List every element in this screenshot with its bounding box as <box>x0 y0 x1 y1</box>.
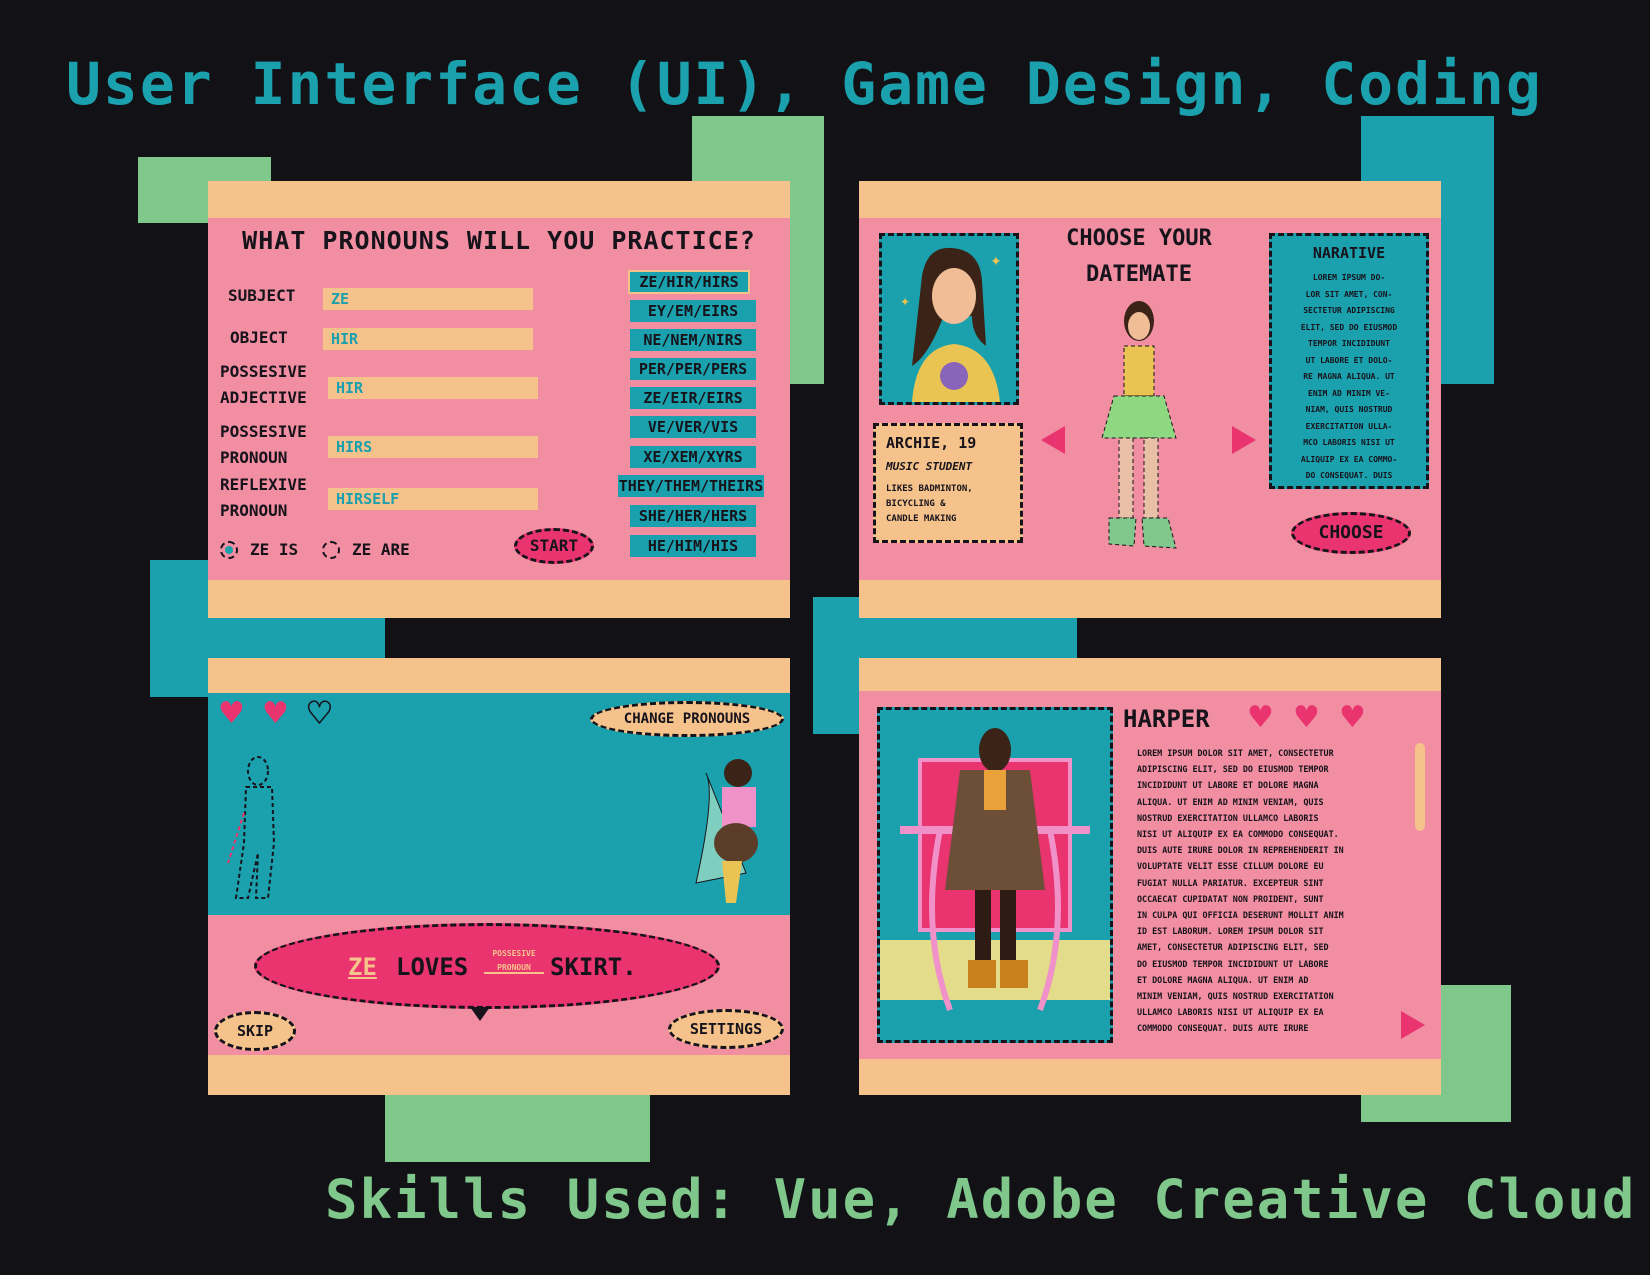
heart-filled-icon: ♥ <box>1293 700 1320 735</box>
pronoun-set-option[interactable]: XE/XEM/XYRS <box>630 446 756 468</box>
skills-caption: Skills Used: Vue, Adobe Creative Cloud <box>325 1168 1637 1231</box>
decor-block <box>385 1092 650 1162</box>
next-datemate-button[interactable] <box>1232 426 1256 454</box>
previous-datemate-button[interactable] <box>1041 426 1065 454</box>
object-input[interactable]: HIR <box>323 328 533 350</box>
sentence-subject: ZE <box>348 953 377 981</box>
screen-title: CHOOSE YOUR <box>1066 226 1212 251</box>
screen-body: HARPER ♥ ♥ ♥ LOREM IPSUM DOLOR SIT AMET,… <box>859 691 1441 1059</box>
settings-button[interactable]: SETTINGS <box>668 1009 784 1049</box>
character-portrait-icon: ✦ ✦ <box>900 247 1002 402</box>
radio-selected-icon <box>220 541 238 559</box>
sentence-verb: LOVES <box>396 953 469 981</box>
narrative-box: NARATIVE LOREM IPSUM DO- LOR SIT AMET, C… <box>1269 233 1429 489</box>
page-title: User Interface (UI), Game Design, Coding <box>66 50 1543 118</box>
radio-label: ZE ARE <box>352 540 410 559</box>
field-label: PRONOUN <box>220 501 288 520</box>
reflexive-input[interactable]: HIRSELF <box>328 488 538 510</box>
bubble-tail-icon <box>470 1007 490 1021</box>
pronoun-set-option[interactable]: ZE/HIR/HIRS <box>628 270 750 294</box>
field-label: OBJECT <box>230 328 288 347</box>
pronoun-set-option[interactable]: NE/NEM/NIRS <box>630 329 756 351</box>
possessive-pronoun-input[interactable]: HIRS <box>328 436 538 458</box>
start-button[interactable]: START <box>514 528 594 564</box>
profile-likes: BICYCLING & <box>886 499 946 509</box>
character-bio: LOREM IPSUM DOLOR SIT AMET, CONSECTETUR … <box>1137 748 1344 1034</box>
sentence-blank-hint[interactable]: POSSESIVE <box>484 949 544 958</box>
heart-filled-icon: ♥ <box>218 696 245 731</box>
heart-filled-icon: ♥ <box>1339 700 1366 735</box>
npc-character-icon <box>695 759 758 903</box>
game-scene: ♥ ♥ ♥ CHANGE PRONOUNS <box>208 693 790 915</box>
dialog-area: ZE LOVES POSSESIVE PRONOUN SKIRT. SKIP S… <box>208 915 790 1055</box>
svg-text:✦: ✦ <box>900 295 910 309</box>
pronoun-select-screen: WHAT PRONOUNS WILL YOU PRACTICE? SUBJECT… <box>208 181 790 618</box>
profile-likes: CANDLE MAKING <box>886 514 957 524</box>
radio-label: ZE IS <box>250 540 299 559</box>
pronoun-set-option[interactable]: HE/HIM/HIS <box>630 535 756 557</box>
character-illustration-icon <box>880 728 1110 1012</box>
datemate-profile-card: ARCHIE, 19 MUSIC STUDENT LIKES BADMINTON… <box>873 423 1023 543</box>
pronoun-set-option[interactable]: ZE/EIR/EIRS <box>630 387 756 409</box>
change-pronouns-button[interactable]: CHANGE PRONOUNS <box>590 701 784 737</box>
svg-text:✦: ✦ <box>990 254 1002 270</box>
field-label: REFLEXIVE <box>220 475 307 494</box>
field-label: ADJECTIVE <box>220 388 307 407</box>
sentence-object: SKIRT. <box>550 953 637 981</box>
sentence-blank-hint[interactable]: PRONOUN <box>484 963 544 974</box>
field-label: PRONOUN <box>220 448 288 467</box>
next-page-button[interactable] <box>1401 1011 1425 1039</box>
narrative-title: NARATIVE <box>1312 244 1386 262</box>
pronoun-set-option[interactable]: THEY/THEM/THEIRS <box>618 475 764 497</box>
skip-button[interactable]: SKIP <box>214 1011 296 1051</box>
datemate-character-icon <box>1101 301 1177 549</box>
screen-body: ✦ ✦ ARCHIE, 19 MUSIC STUDENT LIKES BADMI… <box>859 218 1441 580</box>
field-label: SUBJECT <box>228 286 296 305</box>
field-label: POSSESIVE <box>220 422 307 441</box>
player-outline-icon <box>227 756 276 899</box>
heart-empty-icon: ♥ <box>305 696 333 731</box>
screen-body: WHAT PRONOUNS WILL YOU PRACTICE? SUBJECT… <box>208 218 790 580</box>
gameplay-screen: ♥ ♥ ♥ CHANGE PRONOUNS ZE LOVES POSSESIVE… <box>208 658 790 1095</box>
scrollbar[interactable] <box>1415 743 1425 831</box>
profile-name: ARCHIE, 19 <box>886 434 977 452</box>
pronoun-set-option[interactable]: PER/PER/PERS <box>630 358 756 380</box>
character-artwork <box>877 707 1113 1043</box>
datemate-portrait: ✦ ✦ <box>879 233 1019 405</box>
pronoun-set-option[interactable]: VE/VER/VIS <box>630 416 756 438</box>
heart-filled-icon: ♥ <box>1247 700 1274 735</box>
pronoun-set-option[interactable]: EY/EM/EIRS <box>630 300 756 322</box>
pronoun-set-option[interactable]: SHE/HER/HERS <box>630 505 756 527</box>
character-name: HARPER <box>1123 705 1210 733</box>
profile-role: MUSIC STUDENT <box>886 460 973 473</box>
screen-title: DATEMATE <box>1086 262 1192 287</box>
field-label: POSSESIVE <box>220 362 307 381</box>
heart-filled-icon: ♥ <box>262 696 289 731</box>
profile-likes: LIKES BADMINTON, <box>886 484 973 494</box>
datemate-select-screen: ✦ ✦ ARCHIE, 19 MUSIC STUDENT LIKES BADMI… <box>859 181 1441 618</box>
subject-input[interactable]: ZE <box>323 288 533 310</box>
character-profile-screen: HARPER ♥ ♥ ♥ LOREM IPSUM DOLOR SIT AMET,… <box>859 658 1441 1095</box>
narrative-text: LOREM IPSUM DO- LOR SIT AMET, CON- SECTE… <box>1300 273 1398 480</box>
screen-title: WHAT PRONOUNS WILL YOU PRACTICE? <box>242 226 756 255</box>
radio-empty-icon <box>322 541 340 559</box>
possessive-adjective-input[interactable]: HIR <box>328 377 538 399</box>
choose-button[interactable]: CHOOSE <box>1291 512 1411 554</box>
